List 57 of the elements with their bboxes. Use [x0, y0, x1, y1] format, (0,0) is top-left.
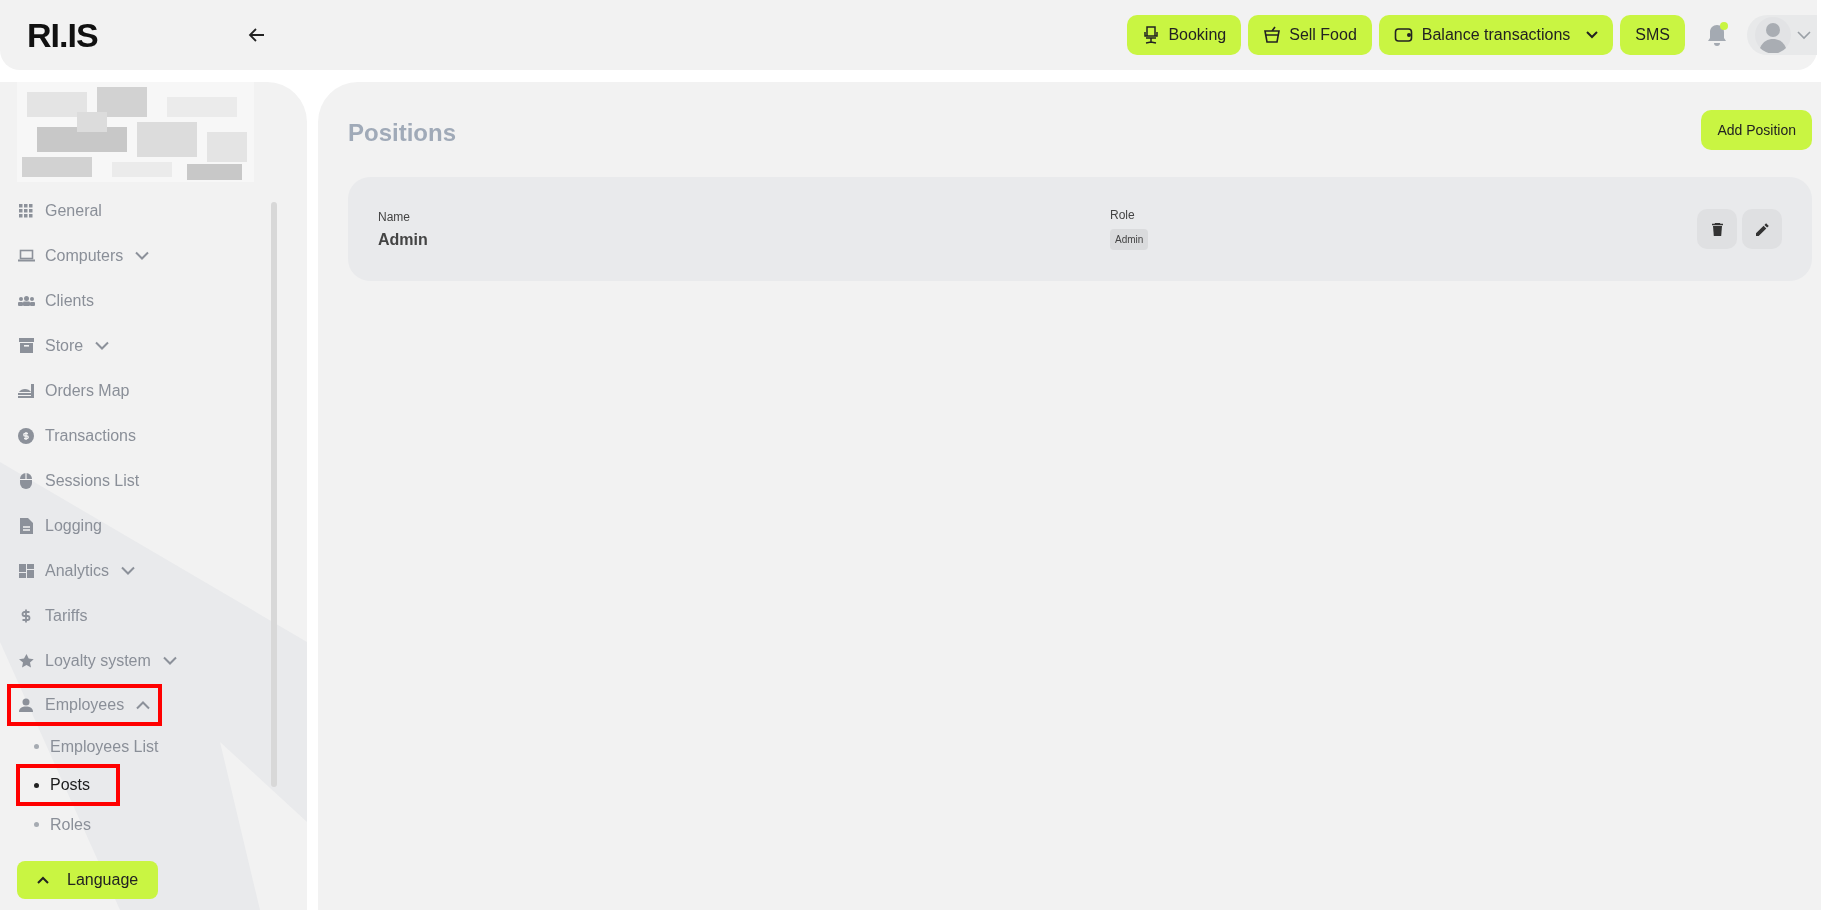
scrollbar[interactable]: [271, 202, 277, 787]
field-label: Role: [1110, 208, 1136, 222]
chevron-down-icon: [95, 341, 110, 350]
header-button[interactable]: Sell Food: [1248, 15, 1372, 55]
role-tag: Admin: [1110, 229, 1149, 250]
header-button[interactable]: SMS: [1620, 15, 1685, 55]
caret-up-icon: [37, 876, 49, 884]
chevron-down-icon: [162, 656, 177, 665]
language-button[interactable]: Language: [17, 861, 159, 899]
star-icon: [17, 653, 35, 668]
chevron-up-icon: [136, 700, 151, 710]
position-name: Admin: [378, 230, 429, 249]
person-icon: [17, 698, 35, 712]
people-icon: [17, 295, 35, 306]
menu-item[interactable]: Employees: [11, 688, 159, 722]
cup-icon: [1263, 26, 1282, 44]
header-button[interactable]: Balance transactions: [1378, 15, 1614, 55]
food-tray-icon: [17, 382, 35, 399]
dashboard-icon: [17, 563, 35, 578]
menu-item[interactable]: Tariffs: [13, 593, 92, 638]
chevron-down-icon: [135, 251, 150, 260]
menu-item[interactable]: Store: [13, 323, 114, 368]
wallet-icon: [1393, 27, 1414, 43]
add-position-button[interactable]: Add Position: [1701, 110, 1812, 150]
caret-icon: [1586, 31, 1599, 39]
dollar-coin-icon: [17, 427, 35, 444]
header-button[interactable]: Booking: [1127, 15, 1242, 55]
submenu-item[interactable]: Posts: [20, 768, 116, 802]
field-label: Name: [378, 209, 411, 224]
edit-button[interactable]: [1742, 209, 1782, 249]
menu-item[interactable]: Transactions: [13, 413, 140, 458]
submenu-item[interactable]: Roles: [17, 805, 101, 844]
trash-icon: [1711, 222, 1723, 236]
logo[interactable]: RI.IS: [27, 18, 98, 52]
chair-icon: [1142, 25, 1161, 45]
menu-item[interactable]: General: [13, 188, 106, 233]
back-arrow-icon[interactable]: [247, 27, 266, 43]
menu-item[interactable]: Orders Map: [13, 368, 134, 413]
menu-item[interactable]: Logging: [13, 503, 106, 548]
archive-box-icon: [17, 338, 35, 353]
submenu-item[interactable]: Employees List: [17, 727, 169, 766]
menu-item[interactable]: Computers: [13, 233, 154, 278]
pencil-icon: [1755, 222, 1769, 236]
menu-item[interactable]: Clients: [13, 278, 98, 323]
grid-icon: [17, 203, 35, 218]
bullet-icon: [34, 782, 39, 788]
chevron-down-icon: [121, 566, 136, 575]
chevron-down-icon: [1797, 30, 1811, 40]
bullet-icon: [34, 822, 39, 827]
menu-item[interactable]: Loyalty system: [13, 638, 181, 683]
menu-item[interactable]: Sessions List: [13, 458, 144, 503]
laptop-icon: [17, 249, 35, 262]
menu-item[interactable]: Analytics: [13, 548, 140, 593]
page-title: Positions: [348, 119, 456, 147]
mouse-icon: [17, 472, 35, 489]
delete-button[interactable]: [1697, 209, 1737, 249]
bullet-icon: [34, 744, 39, 749]
